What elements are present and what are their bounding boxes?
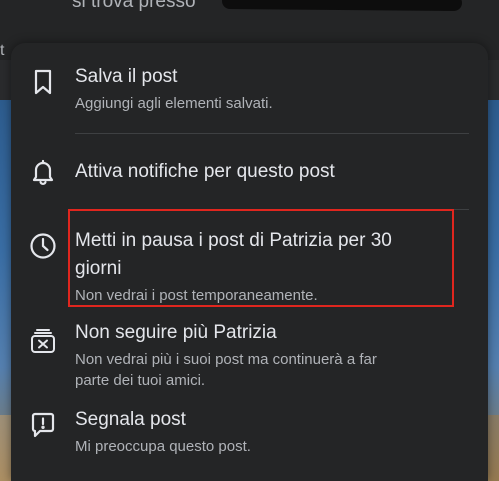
menu-item-title: Segnala post <box>75 409 186 430</box>
menu-item-report-post[interactable]: Segnala post Mi preoccupa questo post. <box>11 403 488 473</box>
bookmark-icon <box>28 67 58 97</box>
menu-divider <box>75 133 469 134</box>
clock-icon <box>28 231 58 261</box>
menu-item-description: Aggiungi agli elementi salvati. <box>75 95 273 112</box>
menu-item-description-line2: parte dei tuoi amici. <box>75 372 206 389</box>
menu-item-title: Non seguire più Patrizia <box>75 322 277 343</box>
redaction-bar <box>221 0 463 12</box>
bell-icon <box>28 157 58 187</box>
background-location-text: si trova presso <box>72 0 196 12</box>
menu-item-title: Salva il post <box>75 66 178 87</box>
background-partial-text: t <box>0 42 5 59</box>
menu-item-save-post[interactable]: Salva il post Aggiungi agli elementi sal… <box>11 53 488 123</box>
highlight-annotation <box>68 209 454 307</box>
menu-item-description: Mi preoccupa questo post. <box>75 438 251 455</box>
unfollow-icon <box>28 326 58 356</box>
report-icon <box>28 410 58 440</box>
menu-item-turn-on-notifications[interactable]: Attiva notifiche per questo post <box>11 138 488 208</box>
menu-item-title: Attiva notifiche per questo post <box>75 161 335 182</box>
menu-item-unfollow[interactable]: Non seguire più Patrizia Non vedrai più … <box>11 316 488 396</box>
menu-item-description-line1: Non vedrai più i suoi post ma continuerà… <box>75 351 377 368</box>
